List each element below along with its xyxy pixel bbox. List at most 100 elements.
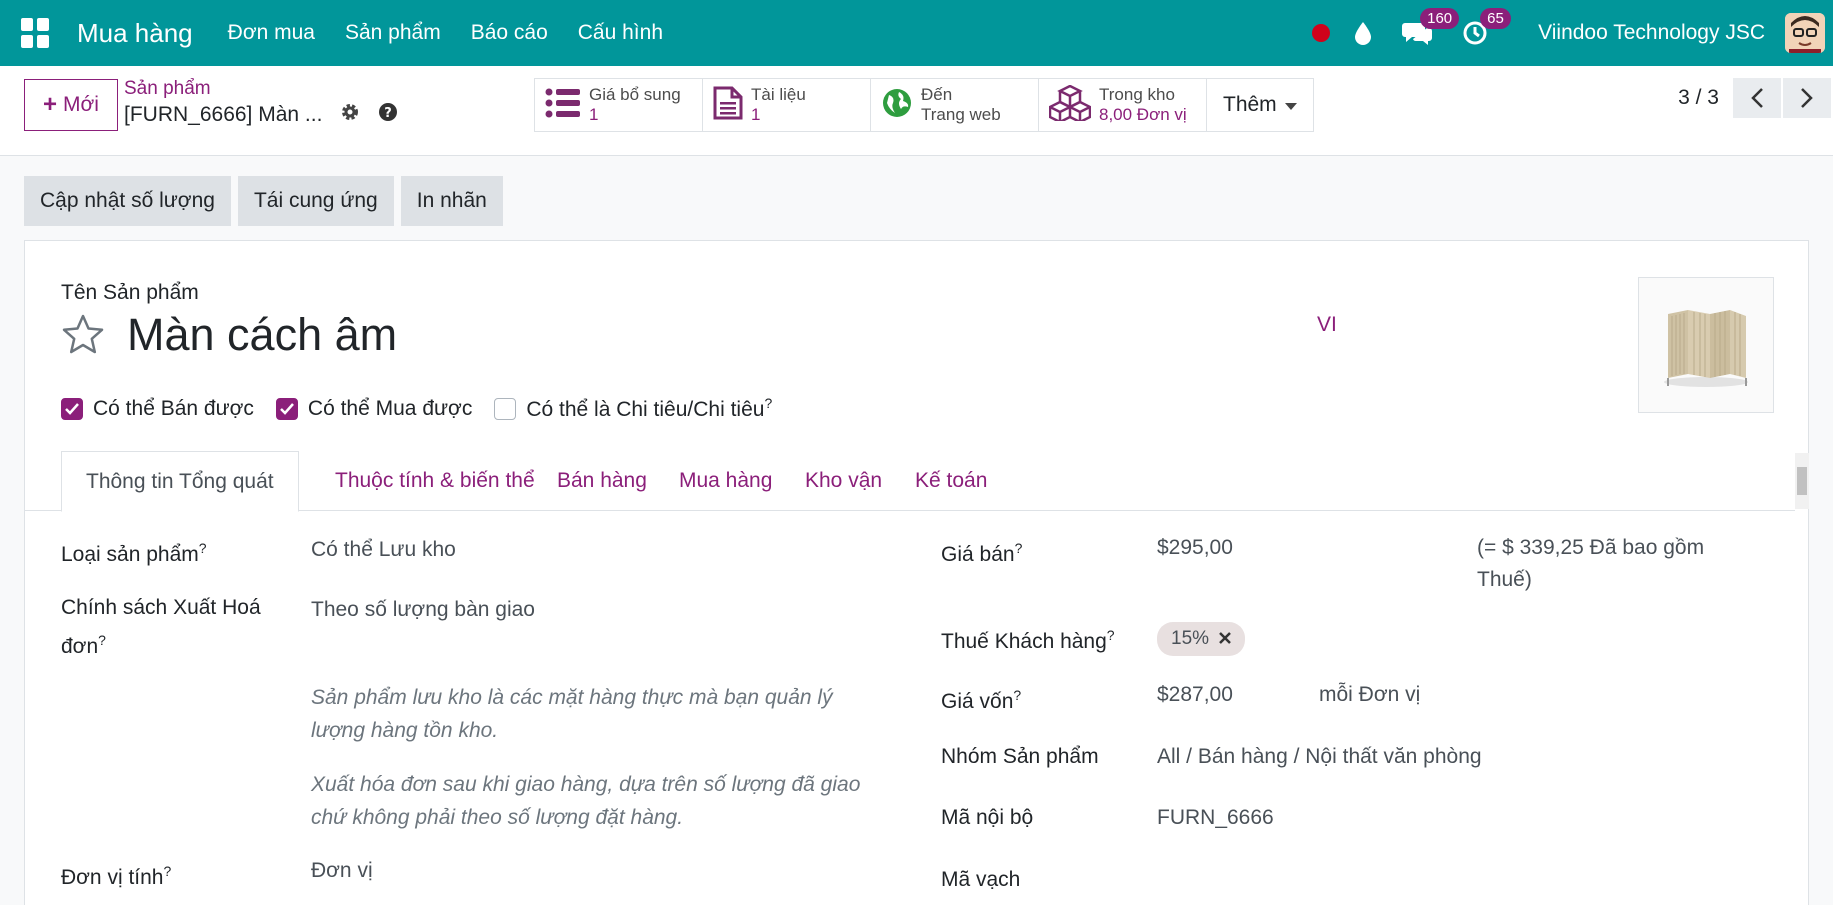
extra-prices-button[interactable]: Giá bổ sung 1 — [535, 79, 703, 131]
product-category-field[interactable]: All / Bán hàng / Nội thất văn phòng — [1157, 741, 1482, 773]
product-type-field[interactable]: Có thể Lưu kho — [311, 534, 456, 566]
menu-item-config[interactable]: Cấu hình — [563, 21, 678, 45]
breadcrumb-current: [FURN_6666] Màn ... — [124, 103, 323, 126]
invoice-policy-label: Chính sách Xuất Hoá đơn? — [61, 596, 261, 658]
menu-item-reports[interactable]: Báo cáo — [456, 21, 563, 45]
website-label: Đến — [921, 85, 953, 104]
tab-purchase[interactable]: Mua hàng — [655, 451, 796, 511]
cost-field[interactable]: $287,00 — [1157, 679, 1233, 711]
pager: 3 / 3 — [1678, 78, 1833, 118]
svg-text:?: ? — [385, 106, 393, 121]
caret-down-icon — [1284, 93, 1297, 117]
uom-field[interactable]: Đơn vị — [311, 855, 373, 887]
menu-item-orders[interactable]: Đơn mua — [213, 21, 330, 45]
sale-price-field[interactable]: $295,00 — [1157, 532, 1233, 564]
extra-prices-value: 1 — [589, 105, 599, 124]
documents-button[interactable]: Tài liệu 1 — [703, 79, 871, 131]
product-name-label: Tên Sản phẩm — [61, 281, 199, 304]
company-switcher[interactable]: Viindoo Technology JSC — [1538, 21, 1765, 45]
can-be-purchased-label: Có thể Mua được — [307, 396, 473, 420]
tab-inventory[interactable]: Kho vận — [781, 451, 906, 511]
price-incl-tax: (= $ 339,25 Đã bao gồm Thuế) — [1477, 536, 1705, 591]
website-button[interactable]: Đến Trang web — [871, 79, 1039, 131]
breadcrumb-parent[interactable]: Sản phẩm — [124, 78, 398, 100]
checkbox-checked-icon — [275, 397, 298, 420]
replenish-button[interactable]: Tái cung ứng — [237, 176, 394, 226]
tab-general-info[interactable]: Thông tin Tổng quát — [61, 451, 299, 512]
can-be-expensed-label: Có thể là Chi tiêu/Chi tiêu? — [526, 395, 773, 421]
breadcrumb: Sản phẩm [FURN_6666] Màn ... ? — [124, 78, 398, 128]
list-icon — [545, 88, 581, 123]
chat-badge: 160 — [1420, 8, 1460, 29]
pager-next-button[interactable] — [1783, 78, 1831, 118]
on-hand-label: Trong kho — [1099, 85, 1175, 104]
user-avatar[interactable] — [1785, 13, 1825, 53]
record-icon[interactable] — [1312, 24, 1331, 42]
tax-tag-label: 15% — [1171, 628, 1210, 649]
tabs-scrollbar[interactable] — [1795, 453, 1809, 509]
main-menu: Đơn mua Sản phẩm Báo cáo Cấu hình — [213, 21, 678, 45]
new-button-label: Mới — [63, 93, 99, 116]
product-type-help: Sản phẩm lưu kho là các mặt hàng thực mà… — [311, 686, 833, 742]
drop-icon[interactable] — [1354, 21, 1372, 45]
checkbox-unchecked-icon — [494, 397, 517, 420]
menu-item-products[interactable]: Sản phẩm — [330, 21, 456, 45]
globe-icon — [881, 87, 913, 124]
invoice-policy-field[interactable]: Theo số lượng bàn giao — [311, 594, 535, 626]
cubes-icon — [1047, 84, 1093, 126]
action-buttons: Cập nhật số lượng Tái cung ứng In nhãn — [24, 176, 503, 226]
uom-label: Đơn vị tính? — [61, 863, 172, 889]
invoice-policy-help: Xuất hóa đơn sau khi giao hàng, dựa trên… — [311, 773, 861, 829]
gear-icon[interactable] — [340, 102, 360, 128]
barcode-field[interactable] — [1157, 864, 1457, 896]
chat-icon[interactable]: 160 — [1402, 8, 1460, 46]
help-icon[interactable]: ? — [378, 102, 398, 128]
star-icon[interactable] — [61, 313, 105, 360]
activity-clock-icon[interactable]: 65 — [1462, 8, 1511, 46]
product-title-input[interactable]: Màn cách âm — [127, 309, 397, 361]
documents-value: 1 — [751, 105, 761, 124]
on-hand-value: 8,00 Đơn vị — [1099, 105, 1187, 124]
top-navbar: Mua hàng Đơn mua Sản phẩm Báo cáo Cấu hì… — [0, 0, 1833, 66]
internal-ref-field[interactable]: FURN_6666 — [1157, 802, 1274, 834]
cost-unit: mỗi Đơn vị — [1319, 683, 1421, 706]
activity-badge: 65 — [1480, 8, 1511, 29]
control-panel: + Mới Sản phẩm [FURN_6666] Màn ... ? Giá … — [0, 66, 1833, 156]
more-button[interactable]: Thêm — [1207, 79, 1313, 131]
app-brand[interactable]: Mua hàng — [77, 18, 193, 49]
tax-tag[interactable]: 15% — [1157, 622, 1246, 656]
can-be-purchased-checkbox[interactable]: Có thể Mua được — [275, 395, 473, 422]
document-icon — [713, 86, 743, 125]
can-be-expensed-checkbox[interactable]: Có thể là Chi tiêu/Chi tiêu? — [494, 395, 772, 422]
cost-label: Giá vốn? — [941, 687, 1022, 713]
form-sheet: Tên Sản phẩm Màn cách âm VI Có thể Bán đ… — [24, 240, 1809, 905]
checkbox-checked-icon — [61, 397, 83, 420]
product-image[interactable] — [1638, 277, 1774, 413]
update-quantity-button[interactable]: Cập nhật số lượng — [24, 176, 231, 226]
product-category-label: Nhóm Sản phẩm — [941, 745, 1099, 768]
new-button[interactable]: + Mới — [24, 79, 118, 131]
documents-label: Tài liệu — [751, 85, 806, 104]
product-type-label: Loại sản phẩm? — [61, 540, 207, 566]
tab-attributes-variants[interactable]: Thuộc tính & biến thể — [311, 451, 559, 511]
can-be-sold-checkbox[interactable]: Có thể Bán được — [61, 395, 254, 422]
on-hand-button[interactable]: Trong kho 8,00 Đơn vị — [1039, 79, 1207, 131]
print-labels-button[interactable]: In nhãn — [400, 176, 503, 226]
website-value: Trang web — [921, 105, 1001, 124]
internal-ref-label: Mã nội bộ — [941, 806, 1034, 829]
tab-sales[interactable]: Bán hàng — [533, 451, 671, 511]
apps-menu-icon[interactable] — [21, 18, 51, 48]
scrollbar-thumb[interactable] — [1797, 467, 1807, 495]
pager-previous-button[interactable] — [1733, 78, 1781, 118]
language-button[interactable]: VI — [1317, 313, 1337, 337]
product-options: Có thể Bán được Có thể Mua được Có thể l… — [61, 395, 772, 422]
extra-prices-label: Giá bổ sung — [589, 85, 681, 104]
sale-price-label: Giá bán? — [941, 540, 1023, 566]
smart-buttons: Giá bổ sung 1 Tài liệu 1 Đến Trang web Tron… — [534, 78, 1314, 132]
close-icon[interactable] — [1219, 628, 1231, 650]
pager-value: 3 / 3 — [1678, 86, 1719, 109]
tab-accounting[interactable]: Kế toán — [891, 451, 1011, 511]
customer-tax-label: Thuế Khách hàng? — [941, 627, 1115, 653]
chevron-right-icon — [1801, 88, 1813, 108]
can-be-sold-label: Có thể Bán được — [93, 396, 254, 420]
